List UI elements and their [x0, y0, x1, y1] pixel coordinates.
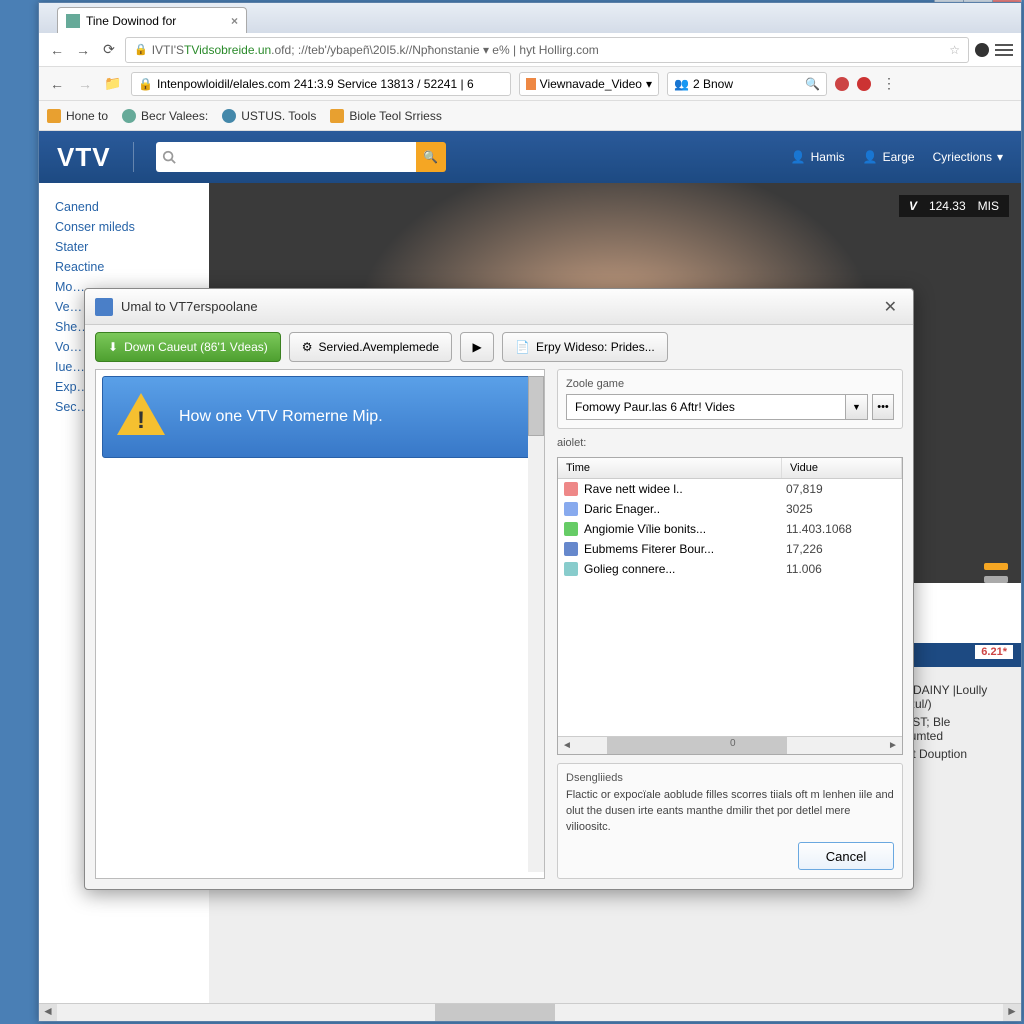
horizontal-scrollbar[interactable]: ◄ ► — [39, 1003, 1021, 1021]
list-label: aiolet: — [557, 437, 903, 449]
tb2-menu-icon[interactable]: ⋮ — [879, 74, 899, 94]
tab-strip: Tine Dowinod for × — [39, 3, 1021, 33]
scroll-thumb[interactable] — [607, 737, 787, 754]
tb2-forward-button: → — [75, 74, 95, 94]
notice-banner: ! How one VTV Romerne Mip. — [102, 376, 538, 458]
back-button[interactable]: ← — [47, 40, 67, 60]
bookmark-item[interactable]: Biole Teol Srriess — [330, 109, 441, 123]
scroll-left-icon[interactable]: ◄ — [558, 740, 576, 751]
col-time[interactable]: Time — [558, 458, 782, 478]
zoole-label: Zoole game — [566, 378, 894, 390]
forward-button[interactable]: → — [73, 40, 93, 60]
dialog-close-button[interactable]: ✕ — [878, 295, 903, 319]
zoole-group: Zoole game Fomowy Paur.las 6 Aftr! Vides… — [557, 369, 903, 429]
tab-favicon-icon — [66, 14, 80, 28]
header-link-cyriections[interactable]: Cyriections▾ — [933, 150, 1003, 164]
video-badge: V 124.33 MIS — [899, 195, 1009, 217]
notice-text: How one VTV Romerne Mip. — [179, 408, 383, 426]
sidebar-item[interactable]: Conser mileds — [55, 217, 193, 237]
chevron-down-icon: ▾ — [997, 150, 1003, 164]
scroll-thumb[interactable] — [435, 1004, 555, 1021]
strip-badge: 6.21* — [975, 645, 1013, 659]
erpy-button[interactable]: 📄Erpy Wideso: Prides... — [502, 332, 668, 362]
scroll-right-icon[interactable]: ► — [884, 740, 902, 751]
menu-button[interactable] — [995, 41, 1013, 59]
file-list: Time Vidue Rave nett widee l..07,819 Dar… — [557, 457, 903, 755]
play-button[interactable]: ▶ — [460, 332, 494, 362]
warning-icon: ! — [117, 393, 165, 441]
sidebar-item[interactable]: Stater — [55, 237, 193, 257]
bookmark-item[interactable]: USTUS. Tools — [222, 109, 316, 123]
dialog-right-panel: Zoole game Fomowy Paur.las 6 Aftr! Vides… — [557, 369, 903, 879]
tb2-url-box[interactable]: 🔒Intenpowloidil/elales.com 241:3.9 Servi… — [131, 72, 511, 96]
sidebar-item[interactable]: Canend — [55, 197, 193, 217]
list-row[interactable]: Eubmems Fiterer Bour...17,226 — [558, 539, 902, 559]
extension-icon[interactable] — [975, 43, 989, 57]
tb2-ext2-icon[interactable] — [857, 77, 871, 91]
combo-extra-button[interactable]: ••• — [872, 394, 894, 420]
scroll-left-icon[interactable]: ◄ — [39, 1004, 57, 1021]
list-row[interactable]: Angiomie Vïlie bonits...11.403.1068 — [558, 519, 902, 539]
site-header: VTV 🔍 👤Hamis 👤Earge Cyriections▾ — [39, 131, 1021, 183]
gear-icon: ⚙ — [302, 340, 313, 354]
lock-icon: 🔒 — [134, 43, 148, 56]
dialog-titlebar[interactable]: Umal to VT7erspoolane ✕ — [85, 289, 913, 325]
cancel-button[interactable]: Cancel — [798, 842, 894, 870]
url-input[interactable]: 🔒 IVTI'STVidsobreide.un.ofd; ://teb'/yba… — [125, 37, 969, 63]
dialog-title: Umal to VT7erspoolane — [121, 299, 258, 314]
list-header: Time Vidue — [558, 458, 902, 479]
side-action-icon[interactable] — [984, 563, 1008, 570]
col-vidue[interactable]: Vidue — [782, 458, 902, 478]
description-group: Dsengliieds Flactic or expocïale aoblude… — [557, 763, 903, 879]
served-button[interactable]: ⚙Servied.Avemplemede — [289, 332, 452, 362]
tb2-search-box[interactable]: 👥2 Bnow🔍 — [667, 72, 827, 96]
dialog-left-panel: ! How one VTV Romerne Mip. — [95, 369, 545, 879]
bookmarks-bar: Hone to Becr Valees: USTUS. Tools Biole … — [39, 101, 1021, 131]
bookmark-item[interactable]: Hone to — [47, 109, 108, 123]
tab-close-icon[interactable]: × — [231, 14, 238, 28]
tb2-folder-icon[interactable]: 📁 — [103, 74, 123, 94]
scroll-right-icon[interactable]: ► — [1003, 1004, 1021, 1021]
browser-tab[interactable]: Tine Dowinod for × — [57, 7, 247, 33]
bookmark-item[interactable]: Becr Valees: — [122, 109, 208, 123]
list-row[interactable]: Golieg connere...11.006 — [558, 559, 902, 579]
download-dialog: Umal to VT7erspoolane ✕ ⬇Down Caueut (86… — [84, 288, 914, 890]
header-link-earge[interactable]: 👤Earge — [863, 150, 915, 164]
search-button[interactable]: 🔍 — [416, 142, 446, 172]
reload-button[interactable]: ⟳ — [99, 40, 119, 60]
search-input[interactable] — [156, 142, 416, 172]
user-icon: 👤 — [791, 150, 806, 164]
sidebar-item[interactable]: Reactine — [55, 257, 193, 277]
secondary-toolbar: ← → 📁 🔒Intenpowloidil/elales.com 241:3.9… — [39, 67, 1021, 101]
tb2-mid-box[interactable]: Viewnavade_Video▾ — [519, 72, 659, 96]
combo-dropdown-button[interactable]: ▼ — [846, 394, 868, 420]
download-current-button[interactable]: ⬇Down Caueut (86'1 Vdeas) — [95, 332, 281, 362]
doc-icon: 📄 — [515, 340, 530, 354]
site-logo[interactable]: VTV — [57, 142, 111, 173]
url-text: IVTI'STVidsobreide.un.ofd; ://teb'/ybape… — [152, 43, 599, 57]
side-action-icon[interactable] — [984, 576, 1008, 583]
zoole-combo[interactable]: Fomowy Paur.las 6 Aftr! Vides — [566, 394, 846, 420]
left-scrollbar[interactable] — [528, 376, 544, 872]
tb2-ext1-icon[interactable] — [835, 77, 849, 91]
tb2-url-text: Intenpowloidil/elales.com 241:3.9 Servic… — [157, 77, 474, 91]
header-link-hamis[interactable]: 👤Hamis — [791, 150, 845, 164]
tb2-back-button[interactable]: ← — [47, 74, 67, 94]
list-row[interactable]: Rave nett widee l..07,819 — [558, 479, 902, 499]
dialog-toolbar: ⬇Down Caueut (86'1 Vdeas) ⚙Servied.Avemp… — [85, 325, 913, 369]
desc-label: Dsengliieds — [566, 772, 894, 784]
list-h-scrollbar[interactable]: ◄ 0 ► — [558, 736, 902, 754]
list-row[interactable]: Daric Enager..3025 — [558, 499, 902, 519]
user-icon: 👤 — [863, 150, 878, 164]
address-bar: ← → ⟳ 🔒 IVTI'STVidsobreide.un.ofd; ://te… — [39, 33, 1021, 67]
bookmark-star-icon[interactable]: ☆ — [949, 43, 960, 57]
download-icon: ⬇ — [108, 340, 118, 354]
dialog-icon — [95, 298, 113, 316]
tab-title: Tine Dowinod for — [86, 14, 176, 28]
desc-text: Flactic or expocïale aoblude filles scor… — [566, 788, 894, 836]
